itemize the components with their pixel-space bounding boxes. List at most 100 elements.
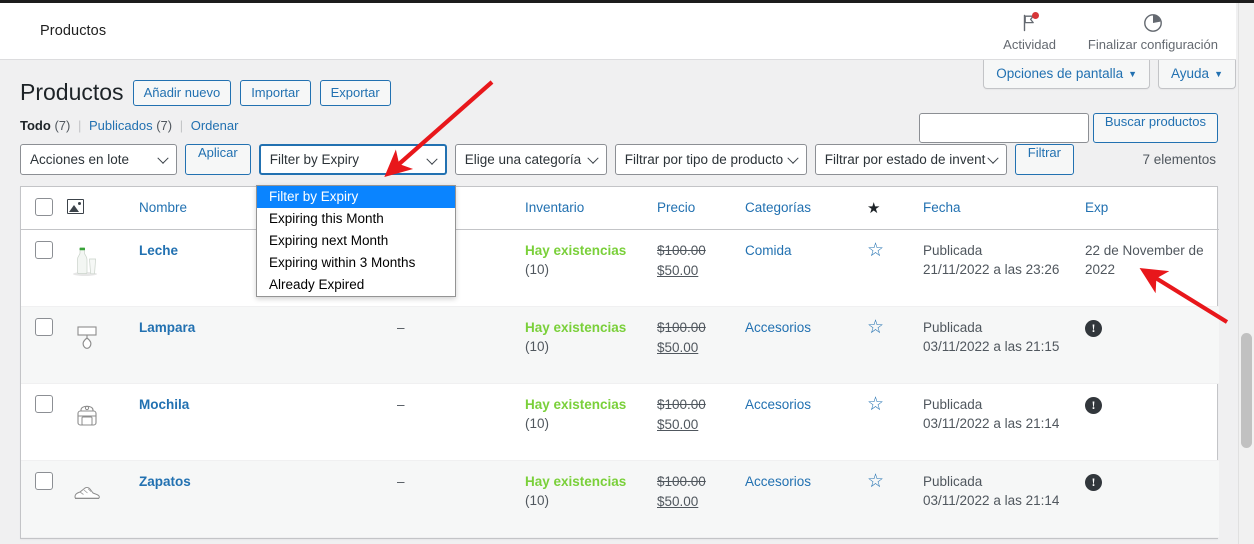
expiry-filter-dropdown-list[interactable]: Filter by Expiry Expiring this Month Exp… [256, 185, 456, 297]
row-checkbox[interactable] [35, 240, 53, 259]
table-row: Mochila – Hay existencias (10) $100.00 $… [21, 383, 1219, 461]
warning-exclamation-icon: ! [1085, 396, 1102, 414]
row-select-cell [21, 383, 67, 461]
row-price-cell: $100.00 $50.00 [657, 306, 745, 384]
flag-icon [1020, 11, 1040, 35]
row-sku-cell: – [397, 460, 525, 538]
activity-panel-button[interactable]: Actividad [999, 9, 1060, 52]
row-select-cell [21, 460, 67, 538]
category-filter-select[interactable]: Elige una categoría [454, 143, 607, 175]
stock-status-filter-select[interactable]: Filtrar por estado de invent [814, 143, 1007, 175]
row-price-cell: $100.00 $50.00 [657, 383, 745, 461]
filter-link-all[interactable]: Todo [20, 118, 51, 133]
row-exp-cell: ! [1085, 383, 1219, 461]
dropdown-option-expiring-within-3-months[interactable]: Expiring within 3 Months [257, 252, 455, 274]
products-table: Nombre Inventario Precio Categorías ★ Fe… [21, 186, 1219, 538]
regular-price: $100.00 [657, 319, 706, 335]
page-scrollbar[interactable] [1238, 3, 1254, 544]
row-category-cell: Accesorios [745, 383, 867, 461]
export-button[interactable]: Exportar [319, 79, 391, 106]
woocommerce-header: Productos Actividad Finalizar configurac… [0, 3, 1236, 60]
row-price-cell: $100.00 $50.00 [657, 229, 745, 307]
sale-price: $50.00 [657, 493, 699, 509]
row-featured-cell: ☆ [867, 306, 923, 384]
star-outline-icon[interactable]: ☆ [867, 394, 884, 415]
filter-submit-button[interactable]: Filtrar [1014, 143, 1074, 175]
expiry-date: 22 de November de 2022 [1085, 242, 1204, 277]
table-header-row: Nombre Inventario Precio Categorías ★ Fe… [21, 186, 1219, 230]
category-link[interactable]: Accesorios [745, 397, 811, 412]
dropdown-option-expiring-next-month[interactable]: Expiring next Month [257, 230, 455, 252]
select-all-header [21, 186, 67, 230]
row-checkbox[interactable] [35, 317, 53, 336]
row-name-cell: Lampara [139, 306, 397, 384]
star-outline-icon[interactable]: ☆ [867, 240, 884, 261]
date-status: Publicada [923, 473, 983, 489]
category-link[interactable]: Comida [745, 243, 792, 258]
product-name-link[interactable]: Leche [139, 243, 178, 258]
regular-price: $100.00 [657, 242, 706, 258]
shoe-thumbnail [67, 472, 107, 512]
regular-price: $100.00 [657, 473, 706, 489]
sale-price: $50.00 [657, 339, 699, 355]
row-category-cell: Comida [745, 229, 867, 307]
stock-status-filter-value: Filtrar por estado de invent [824, 151, 986, 167]
row-date-cell: Publicada 03/11/2022 a las 21:14 [923, 460, 1085, 538]
stock-status: Hay existencias [525, 319, 627, 335]
product-type-filter-select[interactable]: Filtrar por tipo de producto [614, 143, 807, 175]
row-exp-cell: ! [1085, 460, 1219, 538]
product-name-link[interactable]: Mochila [139, 397, 189, 412]
wc-header-title: Productos [40, 23, 107, 39]
row-checkbox[interactable] [35, 394, 53, 413]
column-header-inventory: Inventario [525, 186, 657, 230]
dropdown-option-expiring-this-month[interactable]: Expiring this Month [257, 208, 455, 230]
column-header-categories: Categorías [745, 186, 867, 230]
table-row: Leche Hay existencias (10) $100.00 $50.0… [21, 229, 1219, 307]
dropdown-option-filter-by-expiry[interactable]: Filter by Expiry [257, 186, 455, 208]
row-date-cell: Publicada 03/11/2022 a las 21:15 [923, 306, 1085, 384]
product-name-link[interactable]: Lampara [139, 320, 195, 335]
date-status: Publicada [923, 242, 983, 258]
row-featured-cell: ☆ [867, 460, 923, 538]
expiry-filter-select[interactable]: Filter by Expiry [258, 143, 447, 175]
filter-separator: | [179, 117, 184, 133]
regular-price: $100.00 [657, 396, 706, 412]
apply-bulk-action-button[interactable]: Aplicar [185, 143, 251, 175]
row-exp-cell: ! [1085, 306, 1219, 384]
scrollbar-thumb[interactable] [1241, 333, 1252, 448]
import-button[interactable]: Importar [240, 79, 311, 106]
row-name-cell: Mochila [139, 383, 397, 461]
column-header-exp: Exp [1085, 186, 1219, 230]
category-link[interactable]: Accesorios [745, 320, 811, 335]
product-name-link[interactable]: Zapatos [139, 474, 191, 489]
row-thumbnail-cell [67, 229, 139, 307]
dropdown-option-already-expired[interactable]: Already Expired [257, 274, 455, 296]
date-status: Publicada [923, 396, 983, 412]
select-all-checkbox[interactable] [35, 197, 53, 216]
star-outline-icon[interactable]: ☆ [867, 471, 884, 492]
row-sku-cell: – [397, 383, 525, 461]
row-price-cell: $100.00 $50.00 [657, 460, 745, 538]
add-new-button[interactable]: Añadir nuevo [132, 79, 232, 106]
row-category-cell: Accesorios [745, 460, 867, 538]
row-checkbox[interactable] [35, 471, 53, 490]
row-inventory-cell: Hay existencias (10) [525, 306, 657, 384]
filter-link-sort[interactable]: Ordenar [191, 118, 239, 133]
products-table-head: Nombre Inventario Precio Categorías ★ Fe… [21, 186, 1219, 230]
row-inventory-cell: Hay existencias (10) [525, 383, 657, 461]
image-icon [67, 198, 84, 214]
row-date-cell: Publicada 21/11/2022 a las 23:26 [923, 229, 1085, 307]
star-outline-icon[interactable]: ☆ [867, 317, 884, 338]
row-name-cell: Zapatos [139, 460, 397, 538]
column-header-price[interactable]: Precio [657, 186, 745, 230]
sale-price: $50.00 [657, 262, 699, 278]
column-header-date[interactable]: Fecha [923, 186, 1085, 230]
displaying-num: 7 elementos [1142, 151, 1216, 167]
notification-dot [1031, 12, 1039, 19]
category-link[interactable]: Accesorios [745, 474, 811, 489]
finish-setup-button[interactable]: Finalizar configuración [1084, 9, 1222, 52]
bulk-actions-select[interactable]: Acciones en lote [20, 143, 177, 175]
category-filter-value: Elige una categoría [464, 151, 582, 167]
star-filled-icon: ★ [867, 199, 881, 217]
filter-link-published[interactable]: Publicados [89, 118, 153, 133]
